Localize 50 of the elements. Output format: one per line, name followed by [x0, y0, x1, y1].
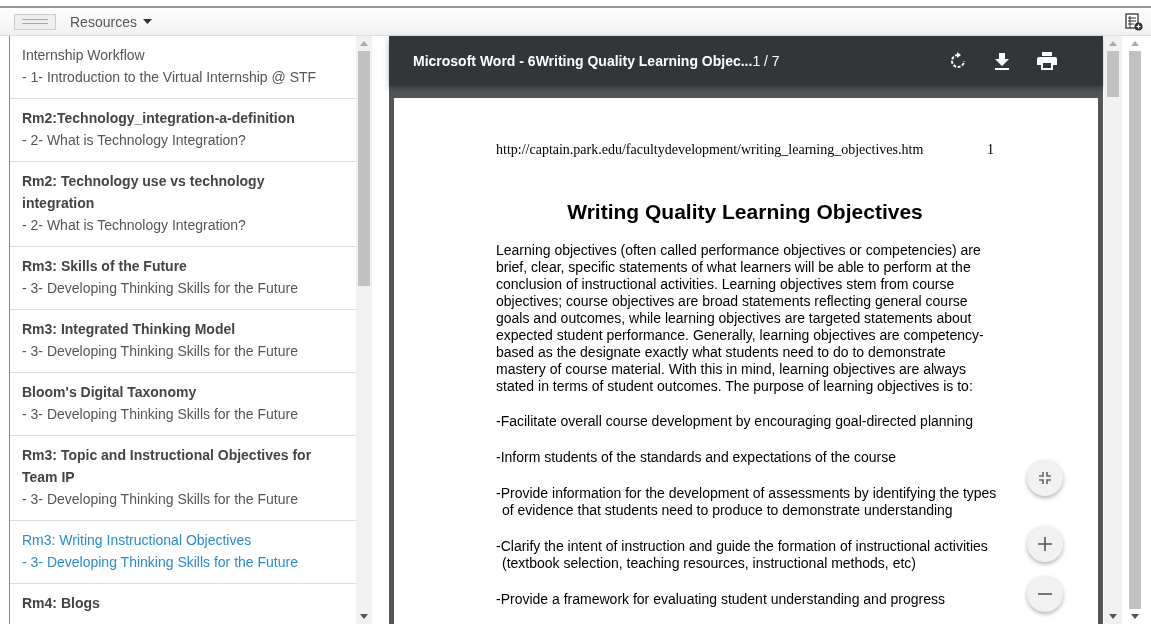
page-number: 1: [987, 142, 994, 158]
scrollbar[interactable]: [1104, 36, 1122, 624]
page-counter: 1 / 7: [752, 53, 780, 69]
scrollbar-thumb[interactable]: [1129, 51, 1141, 609]
document-paragraph: Learning objectives (often called performance objectives or competencies) are brief, clear, specific statements of what learners will be able to perform at the conclusion of instructional activities. Learning objectives stem from course objectives; course objectives are broad statements reflecting general course goals and outcomes, while learning objectives are targeted statements about expected student performance. Generally, learning objectives are competency-based as the designate exactly what students need to do to demonstrate mastery of course material. With this in mind, learning objectives are always stated in terms of student outcomes. The purpose of learning objectives is to:: [496, 242, 985, 395]
bullet-point: -Facilitate overall course development by encouraging goal-directed planning: [496, 413, 975, 430]
item-subtitle: - 2- What is Technology Integration?: [22, 131, 247, 150]
scroll-down-icon[interactable]: [1109, 614, 1117, 619]
item-subtitle: - 3- Developing Thinking Skills for the Future: [22, 490, 299, 509]
resources-dropdown[interactable]: Resources: [70, 13, 152, 30]
item-title: Rm2:Technology_integration-a-definition: [22, 109, 296, 128]
download-icon[interactable]: [994, 52, 1010, 70]
item-subtitle: - 3- Developing Thinking Skills for the Future: [22, 279, 299, 298]
scroll-down-icon[interactable]: [360, 614, 368, 619]
scroll-up-icon[interactable]: [1109, 41, 1117, 46]
item-title: Rm2: Technology use vs technology integration: [22, 172, 266, 213]
collapse-icon: [1038, 471, 1052, 485]
rotate-icon[interactable]: [949, 52, 967, 70]
item-title: Rm3: Topic and Instructional Objectives for Team IP: [22, 446, 313, 487]
document-title: Microsoft Word - 6Writing Quality Learning Objec...: [413, 53, 753, 69]
document-heading: Writing Quality Learning Objectives: [566, 200, 924, 224]
item-subtitle: - 3- Developing Thinking Skills for the Future: [22, 553, 299, 572]
scroll-up-icon[interactable]: [1131, 41, 1139, 46]
item-title: Internship Workflow: [22, 46, 146, 65]
item-title: Rm3: Writing Instructional Objectives: [22, 531, 253, 550]
item-subtitle: - 2- What is Technology Integration?: [22, 216, 247, 235]
item-title: Rm3: Skills of the Future: [22, 257, 188, 276]
bullet-point: -Provide a framework for evaluating student understanding and progress: [496, 591, 947, 608]
menu-button[interactable]: [14, 13, 56, 30]
minus-icon: [1038, 593, 1052, 595]
item-title: Bloom's Digital Taxonomy: [22, 383, 198, 402]
item-title: Rm4: Blogs: [22, 594, 101, 613]
menu-icon: [22, 18, 48, 25]
item-title: Rm3: Integrated Thinking Model: [22, 320, 237, 339]
scrollbar-thumb[interactable]: [1107, 51, 1119, 97]
bullet-point: -Clarify the intent of instruction and guide the formation of instructional activities (textbook selection, teaching resources, instructional methods, etc): [496, 538, 989, 572]
item-subtitle: - 3- Developing Thinking Skills for the Future: [22, 405, 299, 424]
scrollbar[interactable]: [356, 36, 372, 624]
bullet-point: -Inform students of the standards and expectations of the course: [496, 449, 897, 466]
print-icon[interactable]: [1037, 52, 1057, 70]
scroll-up-icon[interactable]: [360, 41, 368, 46]
bullet-point: -Provide information for the development of assessments by identifying the types of evidence that students need to produce to demonstrate understanding: [496, 485, 998, 519]
add-list-icon[interactable]: [1125, 12, 1143, 31]
item-subtitle: - 3- Developing Thinking Skills for the Future: [22, 342, 299, 361]
scroll-down-icon[interactable]: [1131, 614, 1139, 619]
scrollbar-thumb[interactable]: [358, 51, 370, 286]
caret-icon: [142, 19, 152, 24]
item-subtitle: - 1- Introduction to the Virtual Internship @ STF: [22, 68, 318, 87]
page-url: http://captain.park.edu/facultydevelopment/writing_learning_objectives.htm: [496, 142, 924, 158]
plus-icon: [1038, 537, 1052, 551]
